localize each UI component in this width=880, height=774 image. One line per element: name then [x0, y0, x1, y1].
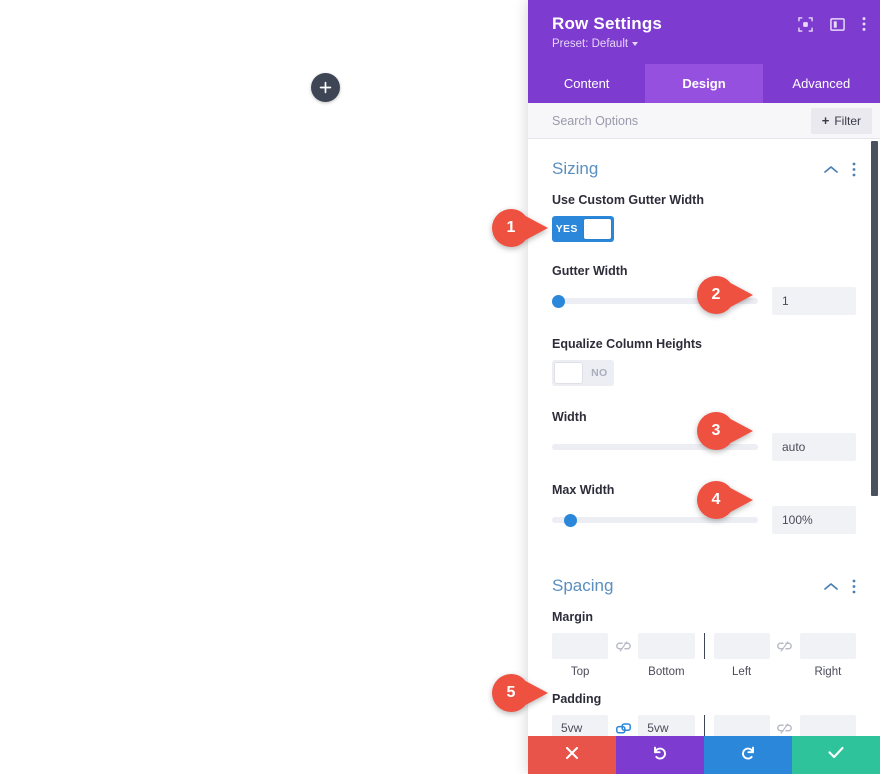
label-margin: Margin	[552, 610, 593, 624]
label-use-custom-gutter-width: Use Custom Gutter Width	[552, 193, 704, 207]
input-margin-top[interactable]	[552, 633, 609, 659]
slider-width[interactable]	[552, 434, 758, 460]
row-settings-panel: Row Settings Preset: Default Content Des…	[528, 0, 880, 774]
input-margin-right[interactable]	[799, 633, 856, 659]
slider-track	[552, 298, 758, 304]
field-equalize-column-heights: Equalize Column Heights NO	[552, 337, 856, 388]
chain-linked-icon[interactable]	[608, 722, 638, 734]
vertical-dots-icon[interactable]	[862, 16, 866, 32]
field-use-custom-gutter-width: Use Custom Gutter Width YES	[552, 193, 856, 242]
toggle-value-label: YES	[555, 223, 578, 235]
panel-tabs: Content Design Advanced	[528, 64, 880, 103]
label-gutter-width: Gutter Width	[552, 264, 628, 278]
close-x-icon	[565, 746, 579, 765]
filter-button[interactable]: + Filter	[810, 107, 872, 134]
redo-button[interactable]	[704, 736, 792, 774]
cancel-button[interactable]	[528, 736, 616, 774]
label-width: Width	[552, 410, 587, 424]
tab-design[interactable]: Design	[645, 64, 763, 103]
plus-icon	[319, 81, 332, 94]
panel-scrollbar[interactable]	[870, 139, 880, 736]
section-header-sizing: Sizing	[552, 139, 856, 193]
label-padding: Padding	[552, 692, 602, 706]
chain-unlinked-icon[interactable]	[608, 640, 638, 652]
slider-track	[552, 517, 758, 523]
vertical-dots-icon[interactable]	[852, 162, 856, 177]
input-width[interactable]: auto	[772, 433, 856, 461]
panel-header-actions	[798, 16, 866, 32]
undo-arrow-icon	[652, 745, 668, 766]
toggle-equalize-column-heights[interactable]: NO	[552, 360, 614, 386]
chevron-up-icon[interactable]	[824, 165, 838, 174]
filter-label: Filter	[834, 113, 861, 128]
input-gutter-width[interactable]: 1	[772, 287, 856, 315]
field-max-width: Max Width 100%	[552, 483, 856, 534]
search-bar: + Filter	[528, 103, 880, 139]
add-row-button[interactable]	[311, 73, 340, 102]
section-title-sizing: Sizing	[552, 159, 599, 178]
plus-icon: +	[821, 113, 830, 128]
checkmark-icon	[828, 746, 844, 764]
toggle-knob	[555, 363, 582, 383]
scrollbar-thumb[interactable]	[871, 141, 878, 496]
slider-gutter-width[interactable]	[552, 288, 758, 314]
input-padding-bottom[interactable]	[638, 715, 695, 736]
save-button[interactable]	[792, 736, 880, 774]
tab-content[interactable]: Content	[528, 64, 646, 103]
layout-columns-icon[interactable]	[830, 17, 845, 32]
focus-target-icon[interactable]	[798, 16, 813, 32]
input-padding-right[interactable]	[799, 715, 856, 736]
panel-header: Row Settings Preset: Default	[528, 0, 880, 64]
caption-margin-right: Right	[814, 666, 842, 678]
input-max-width[interactable]: 100%	[772, 506, 856, 534]
panel-scroll-area: Sizing Use Custom Gutter Width YES Gutte…	[528, 139, 880, 736]
slider-thumb[interactable]	[552, 295, 565, 308]
toggle-value-label: NO	[591, 367, 608, 379]
spacing-divider	[703, 633, 705, 659]
label-max-width: Max Width	[552, 483, 615, 497]
chevron-up-icon[interactable]	[824, 582, 838, 591]
spacing-divider	[703, 715, 705, 736]
field-margin: Margin Top Bottom Left Right	[552, 610, 856, 678]
chain-unlinked-icon[interactable]	[770, 640, 800, 652]
preset-label: Preset: Default	[552, 38, 629, 50]
input-margin-left[interactable]	[713, 633, 770, 659]
undo-button[interactable]	[616, 736, 704, 774]
slider-track	[552, 444, 758, 450]
label-equalize-column-heights: Equalize Column Heights	[552, 337, 703, 351]
preset-selector[interactable]: Preset: Default	[552, 38, 639, 50]
slider-max-width[interactable]	[552, 507, 758, 533]
section-header-spacing: Spacing	[552, 556, 856, 610]
input-padding-left[interactable]	[713, 715, 770, 736]
panel-footer	[528, 736, 880, 774]
section-title-spacing: Spacing	[552, 576, 614, 595]
builder-canvas	[0, 0, 528, 774]
caption-margin-top: Top	[570, 666, 590, 678]
caption-margin-left: Left	[732, 666, 752, 678]
redo-arrow-icon	[740, 745, 756, 766]
input-padding-top[interactable]	[552, 715, 609, 736]
screen-root: Row Settings Preset: Default Content Des…	[0, 0, 880, 774]
tab-advanced[interactable]: Advanced	[762, 64, 880, 103]
chevron-down-icon	[632, 42, 639, 46]
slider-thumb[interactable]	[564, 514, 577, 527]
toggle-use-custom-gutter-width[interactable]: YES	[552, 216, 614, 242]
toggle-knob	[584, 219, 611, 239]
field-gutter-width: Gutter Width 1	[552, 264, 856, 315]
input-margin-bottom[interactable]	[638, 633, 695, 659]
chain-unlinked-icon[interactable]	[770, 722, 800, 734]
search-input[interactable]	[552, 113, 752, 128]
vertical-dots-icon[interactable]	[852, 579, 856, 594]
field-padding: Padding 5vw 5vw	[552, 692, 856, 736]
caption-margin-bottom: Bottom	[648, 666, 685, 678]
field-width: Width auto	[552, 410, 856, 461]
